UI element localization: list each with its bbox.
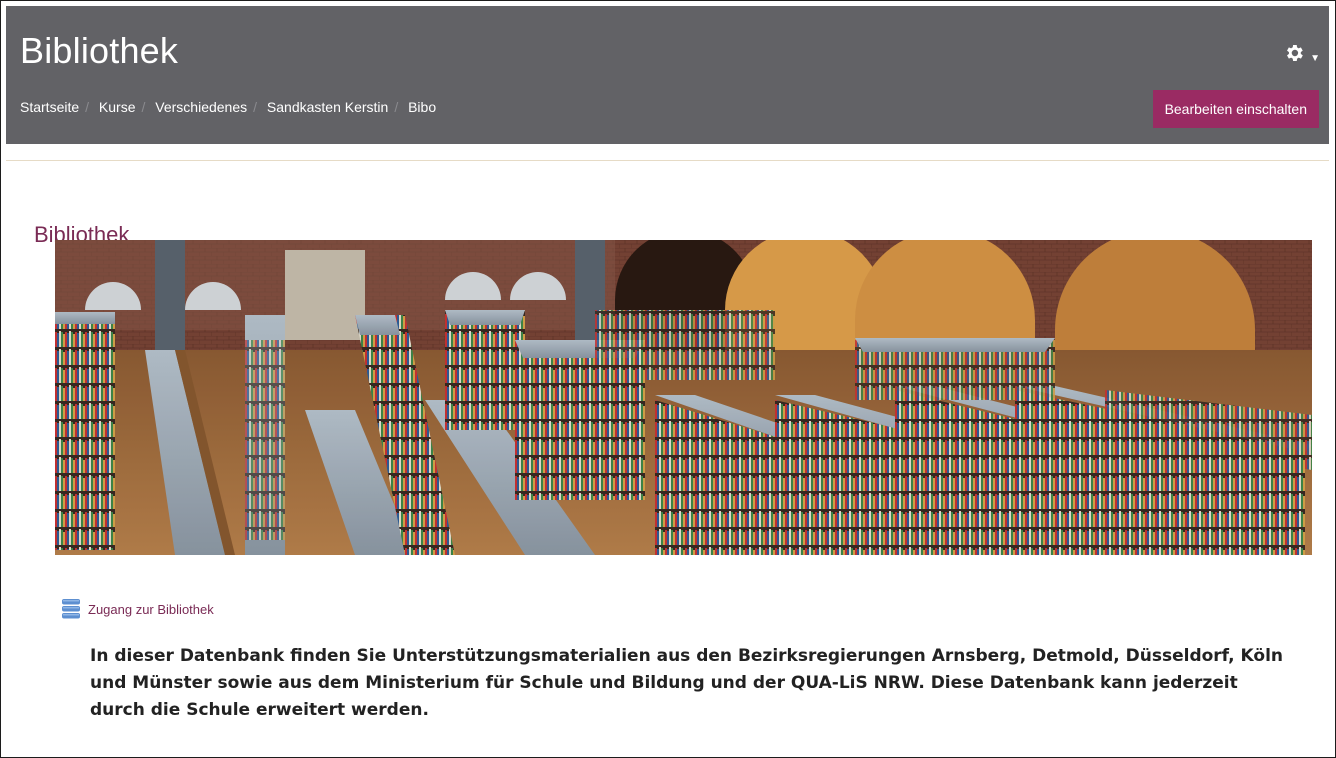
database-icon — [62, 599, 80, 619]
edit-mode-button[interactable]: Bearbeiten einschalten — [1152, 90, 1319, 128]
library-banner-image — [55, 240, 1312, 555]
database-description: In dieser Datenbank finden Sie Unterstüt… — [90, 646, 1283, 720]
page-header: Bibliothek ▼ Startseite / Kurse / Verschie… — [6, 6, 1329, 144]
breadcrumb-separator: / — [85, 99, 90, 115]
site-title: Bibliothek — [20, 30, 179, 71]
breadcrumb-item-kurse[interactable]: Kurse — [99, 99, 136, 115]
breadcrumb-item-bibo[interactable]: Bibo — [408, 99, 436, 115]
breadcrumb-separator: / — [394, 99, 399, 115]
breadcrumb: Startseite / Kurse / Verschiedenes / Sandka… — [20, 99, 436, 115]
resource-link-bibliothek[interactable]: Zugang zur Bibliothek — [62, 599, 214, 619]
breadcrumb-item-verschiedenes[interactable]: Verschiedenes — [155, 99, 247, 115]
chevron-down-icon[interactable]: ▼ — [1310, 53, 1320, 64]
gear-icon[interactable] — [1283, 42, 1305, 64]
breadcrumb-item-startseite[interactable]: Startseite — [20, 99, 79, 115]
header-divider — [6, 160, 1329, 161]
breadcrumb-separator: / — [253, 99, 258, 115]
page-frame: Bibliothek ▼ Startseite / Kurse / Verschie… — [0, 0, 1336, 758]
breadcrumb-separator: / — [141, 99, 146, 115]
resource-label: Zugang zur Bibliothek — [88, 601, 214, 617]
breadcrumb-item-sandkasten[interactable]: Sandkasten Kerstin — [267, 99, 388, 115]
